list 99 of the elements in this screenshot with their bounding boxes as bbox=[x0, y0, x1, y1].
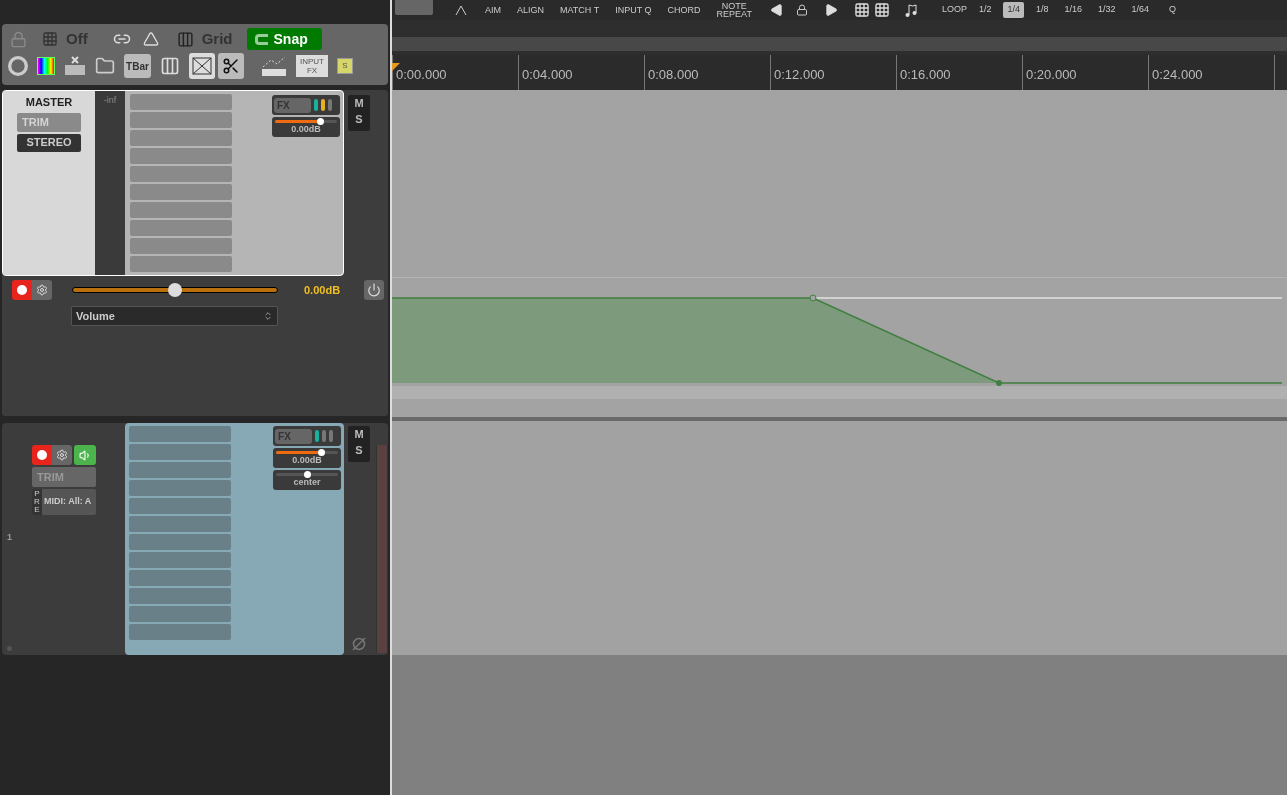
fx-status-icon bbox=[315, 430, 336, 442]
fx-slot[interactable] bbox=[130, 94, 232, 110]
crossfade-tool-button[interactable] bbox=[189, 53, 215, 79]
fx-slot[interactable] bbox=[128, 606, 231, 622]
toolbar-button[interactable]: MATCH T bbox=[560, 6, 600, 14]
fx-slot[interactable] bbox=[130, 148, 232, 164]
prev-icon[interactable] bbox=[769, 3, 784, 17]
fx-slot[interactable] bbox=[128, 588, 231, 604]
arm-button[interactable] bbox=[12, 280, 32, 300]
fx-slot[interactable] bbox=[130, 130, 232, 146]
settings-icon[interactable] bbox=[52, 445, 72, 465]
fx-slot[interactable] bbox=[128, 462, 231, 478]
envelope-icon[interactable] bbox=[261, 55, 287, 77]
fx-status-icon bbox=[314, 99, 334, 111]
mixer-icon[interactable] bbox=[160, 56, 180, 76]
fader-reading: center bbox=[293, 476, 321, 488]
scissors-icon bbox=[222, 57, 240, 75]
solo-button[interactable]: S bbox=[355, 111, 363, 127]
timeline-ruler[interactable]: 0:00.000 0:04.000 0:08.000 0:12.000 0:16.000 0:20.000 0:24.000 bbox=[392, 55, 1287, 90]
time-label: 0:20.000 bbox=[1026, 67, 1077, 82]
fx-slot[interactable] bbox=[130, 220, 232, 236]
fx-slot[interactable] bbox=[128, 534, 231, 550]
loop-button[interactable]: LOOP bbox=[941, 3, 967, 17]
toolbar-button[interactable]: ALIGN bbox=[517, 6, 545, 14]
channel-mode-button[interactable]: STEREO bbox=[17, 133, 81, 152]
fx-slot[interactable] bbox=[128, 426, 231, 442]
quantize-button[interactable]: Q bbox=[1169, 3, 1177, 17]
toolbar-button[interactable]: INPUT Q bbox=[615, 6, 652, 14]
time-label: 0:04.000 bbox=[522, 67, 573, 82]
envelope-parameter-select[interactable]: Volume bbox=[71, 306, 278, 326]
fx-slot[interactable] bbox=[128, 552, 231, 568]
grid-division-button[interactable]: 1/32 bbox=[1094, 2, 1120, 18]
grid-division-button[interactable]: 1/2 bbox=[974, 2, 996, 18]
fx-slot[interactable] bbox=[130, 112, 232, 128]
play-icon[interactable] bbox=[823, 3, 838, 17]
color-icon[interactable] bbox=[37, 57, 55, 75]
split-tool-button[interactable] bbox=[218, 53, 244, 79]
note-icon[interactable] bbox=[903, 2, 920, 18]
lock-icon[interactable] bbox=[795, 4, 808, 16]
pre-label: PRE bbox=[32, 489, 42, 515]
phase-icon[interactable] bbox=[351, 636, 368, 652]
fader-reading: 0.00dB bbox=[291, 123, 321, 135]
toolbar-button[interactable]: CHORD bbox=[667, 6, 701, 14]
fader[interactable]: 0.00dB bbox=[272, 117, 340, 137]
envelope-reading: 0.00dB bbox=[304, 282, 341, 298]
toolbar-button[interactable]: AIM bbox=[485, 6, 501, 14]
mute-button[interactable]: M bbox=[354, 426, 364, 442]
fx-slot[interactable] bbox=[130, 256, 232, 272]
metronome-icon[interactable] bbox=[142, 31, 159, 47]
monitor-button[interactable] bbox=[74, 445, 96, 465]
folder-icon[interactable] bbox=[95, 56, 115, 76]
track-name: MASTER bbox=[25, 95, 73, 110]
grid-division-button[interactable]: 1/8 bbox=[1031, 2, 1053, 18]
time-label: 0:08.000 bbox=[648, 67, 699, 82]
fx-slot[interactable] bbox=[128, 498, 231, 514]
fx-slot[interactable] bbox=[130, 184, 232, 200]
cross-box-icon bbox=[192, 57, 212, 75]
toolbar-button[interactable]: NOTE REPEAT bbox=[716, 2, 752, 18]
time-label: 0:12.000 bbox=[774, 67, 825, 82]
nodes-icon[interactable] bbox=[453, 3, 469, 17]
power-icon[interactable] bbox=[364, 280, 384, 300]
fx-slot[interactable] bbox=[128, 480, 231, 496]
fx-slot[interactable] bbox=[128, 444, 231, 460]
input-fx-button[interactable]: INPUT FX bbox=[296, 55, 328, 77]
arm-button[interactable] bbox=[32, 445, 52, 465]
track-number: 1 bbox=[7, 531, 12, 544]
fader[interactable]: center bbox=[273, 470, 342, 490]
settings-icon[interactable] bbox=[32, 280, 52, 300]
updown-arrows-icon bbox=[263, 311, 273, 321]
fx-slot[interactable] bbox=[128, 570, 231, 586]
record-mode-icon[interactable] bbox=[8, 56, 28, 76]
grid-icon[interactable] bbox=[873, 2, 890, 18]
tbar-button[interactable]: TBar bbox=[124, 54, 151, 78]
fx-slot[interactable] bbox=[128, 624, 231, 640]
meter-reading: -inf bbox=[103, 94, 117, 107]
time-label: 0:00.000 bbox=[396, 67, 447, 82]
grid-division-button[interactable]: 1/16 bbox=[1060, 2, 1086, 18]
grid-lines-icon[interactable] bbox=[176, 30, 194, 48]
master-envelope-lane[interactable] bbox=[392, 90, 1287, 417]
input-label: MIDI: All: A bbox=[43, 495, 92, 509]
time-label: 0:24.000 bbox=[1152, 67, 1203, 82]
snap-button[interactable]: Snap bbox=[246, 28, 322, 50]
fx-slot[interactable] bbox=[130, 166, 232, 182]
fader[interactable]: 0.00dB bbox=[273, 448, 342, 468]
mute-button[interactable]: M bbox=[354, 95, 364, 111]
fx-slot[interactable] bbox=[130, 238, 232, 254]
fx-slot[interactable] bbox=[128, 516, 231, 532]
grid-division-button[interactable]: 1/64 bbox=[1127, 2, 1154, 18]
grid-division-button[interactable]: 1/4 bbox=[1003, 2, 1024, 18]
s-button[interactable]: S bbox=[337, 58, 353, 74]
speaker-icon bbox=[78, 448, 92, 462]
input-selector[interactable]: PRE MIDI: All: A bbox=[32, 489, 96, 515]
fx-slot[interactable] bbox=[130, 202, 232, 218]
grid-icon[interactable] bbox=[853, 2, 870, 18]
fader-reading: 0.00dB bbox=[292, 454, 322, 466]
fx-bypass-icon[interactable] bbox=[64, 56, 86, 76]
track-lane[interactable] bbox=[392, 421, 1287, 655]
time-label: 0:16.000 bbox=[900, 67, 951, 82]
solo-button[interactable]: S bbox=[355, 442, 363, 458]
